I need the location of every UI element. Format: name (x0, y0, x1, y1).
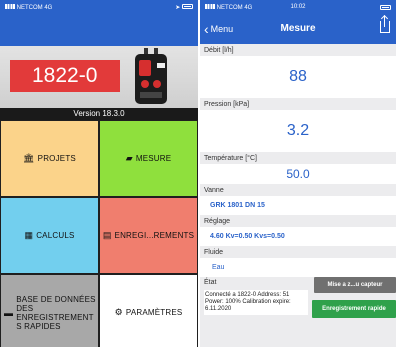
carrier-label: NETCOM 4G (16, 4, 53, 11)
battery-icon (182, 3, 193, 9)
tag-icon: ▰ (125, 153, 133, 163)
status-bar: NETCOM 4G 10:02 (200, 0, 396, 14)
temperature-label: Température [°C] (204, 155, 257, 162)
device-banner: 1822-0 (0, 46, 198, 108)
tile-parametres[interactable]: ⚙ PARAMÈTRES (100, 275, 197, 347)
carrier-label: NETCOM 4G (216, 4, 253, 11)
etat-text: Connecté a 1822-0 Address: 51 Power: 100… (204, 290, 308, 315)
signal-icon (205, 3, 215, 9)
tile-mesure[interactable]: ▰ MESURE (100, 121, 197, 196)
tile-base-de-donnees[interactable]: ▬ BASE DE DONNÉES DES ENREGISTREMENT S R… (1, 275, 98, 347)
status-bar: NETCOM 4G ➤ (0, 0, 198, 14)
list-icon: ▤ (102, 230, 112, 240)
location-icon: ➤ (175, 3, 193, 11)
sensor-zero-button[interactable]: Mise a z...u capteur (314, 277, 396, 293)
building-icon: 🏛 (23, 153, 35, 163)
tile-label: ENREGI...REMENTS (114, 231, 195, 240)
page-title: Mesure (280, 23, 316, 34)
reglage-label: Réglage (204, 218, 231, 225)
reglage-value[interactable]: 4.60 Kv=0.50 Kvs=0.50 (200, 227, 396, 246)
share-icon[interactable] (380, 16, 390, 33)
version-label: Version 18.3.0 (0, 108, 198, 120)
home-screen: NETCOM 4G ➤ 1822-0 Version 18.3.0 🏛 PROJ… (0, 0, 198, 347)
fluide-label: Fluide (204, 249, 224, 256)
tile-label: BASE DE DONNÉES DES ENREGISTREMENT S RAP… (16, 294, 96, 331)
fluide-value: Eau (212, 264, 225, 271)
nav-bar: ‹ Menu Mesure (200, 14, 396, 44)
fluide-row[interactable]: Eau (200, 258, 396, 277)
measure-screen: NETCOM 4G 10:02 ‹ Menu Mesure Débit [l/h… (200, 0, 396, 347)
etat-label: État (204, 279, 217, 286)
signal-icon (5, 3, 15, 9)
gear-icon: ⚙ (114, 307, 123, 317)
tile-label: PROJETS (37, 154, 76, 163)
debit-value: 88 (200, 56, 396, 98)
debit-label: Débit [l/h] (204, 47, 234, 54)
tile-calculs[interactable]: ▦ CALCULS (1, 198, 98, 273)
battery-icon (380, 4, 391, 10)
tile-enregistrements[interactable]: ▤ ENREGI...REMENTS (100, 198, 197, 273)
folder-icon: ▬ (4, 307, 14, 318)
device-label: 1822-0 (10, 60, 120, 92)
vanne-value[interactable]: GRK 1801 DN 15 (200, 196, 396, 215)
temperature-value: 50.0 (200, 164, 396, 184)
header-band (0, 14, 198, 46)
vanne-label: Vanne (204, 187, 224, 194)
pression-value: 3.2 (200, 110, 396, 152)
grid-icon: ▦ (24, 230, 34, 240)
meter-device-icon (135, 48, 167, 104)
tile-label: MESURE (135, 154, 172, 163)
tile-label: CALCULS (36, 231, 75, 240)
tile-projets[interactable]: 🏛 PROJETS (1, 121, 98, 196)
menu-grid: 🏛 PROJETS ▰ MESURE ▦ CALCULS ▤ ENREGI...… (0, 120, 198, 347)
tile-label: PARAMÈTRES (125, 308, 183, 317)
quick-save-button[interactable]: Enregistrement rapide (312, 300, 396, 318)
pression-label: Pression [kPa] (204, 101, 250, 108)
